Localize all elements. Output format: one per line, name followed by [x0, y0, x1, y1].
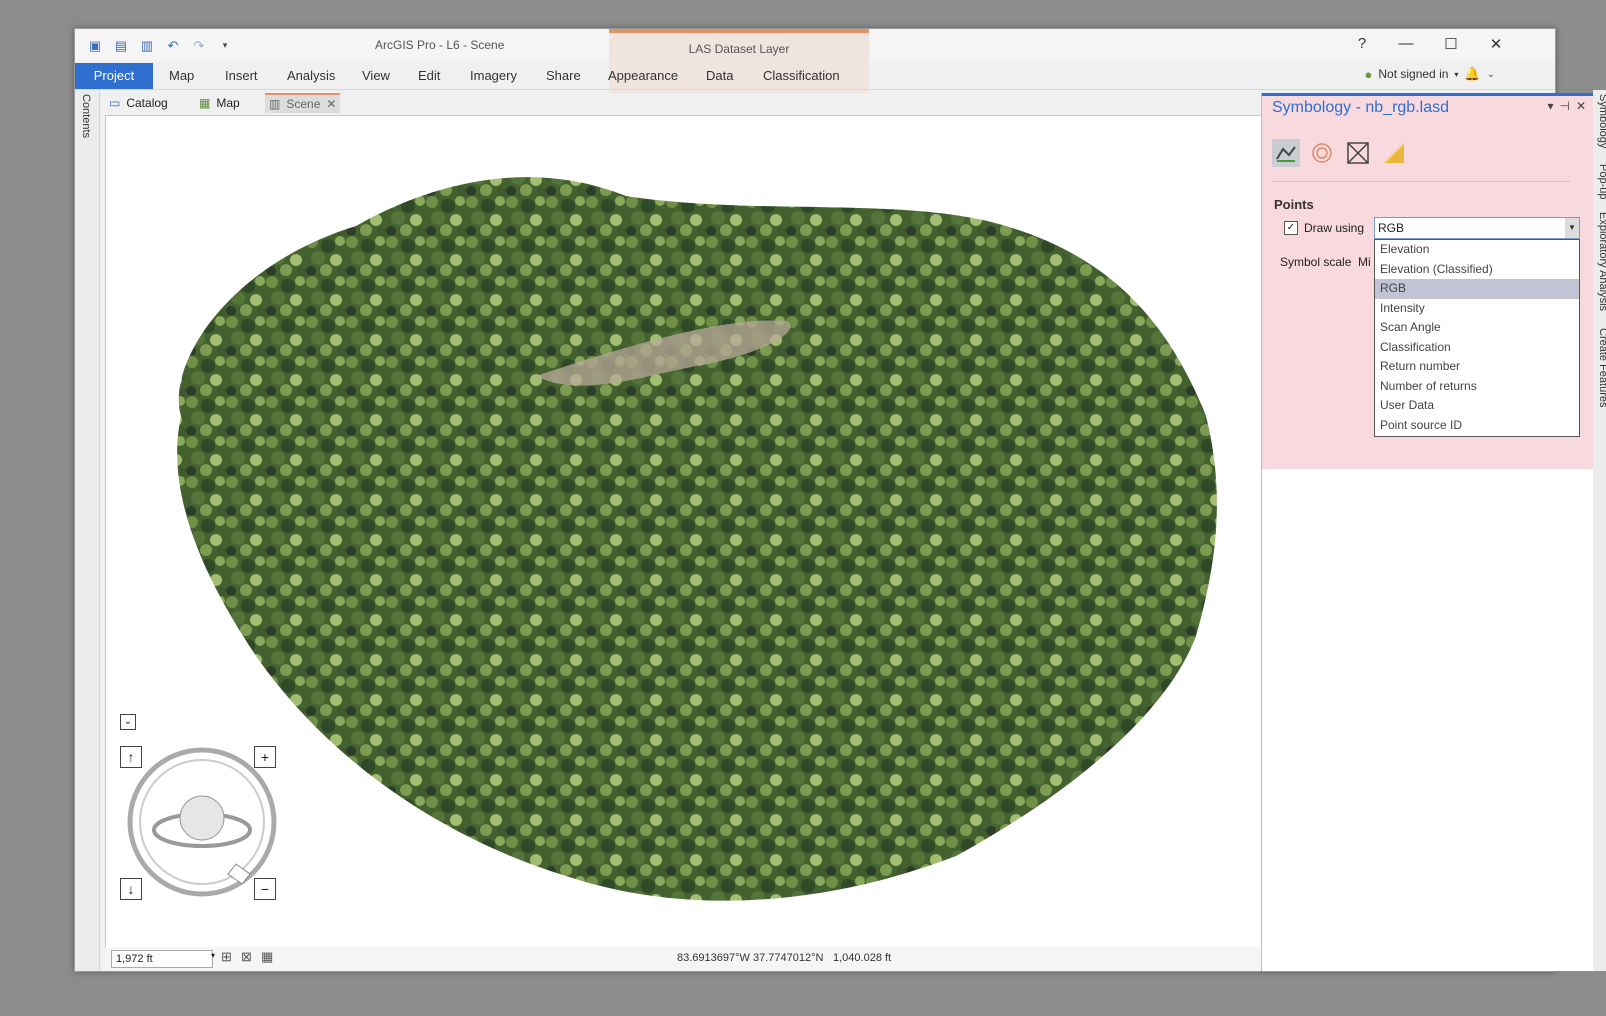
- dropdown-option-classification[interactable]: Classification: [1375, 338, 1579, 358]
- notification-bell-icon[interactable]: 🔔: [1464, 66, 1480, 82]
- redo-icon[interactable]: ↷: [189, 37, 209, 54]
- navigator-expand-button[interactable]: ⌄: [120, 714, 136, 730]
- cursor-elevation: 1,040.028 ft: [833, 952, 892, 964]
- draw-using-label: Draw using: [1304, 221, 1365, 235]
- help-button[interactable]: ?: [1347, 35, 1377, 52]
- draw-using-select[interactable]: RGB ▼: [1374, 217, 1580, 239]
- close-tab-icon[interactable]: ✕: [326, 94, 336, 114]
- doc-tab-catalog[interactable]: ▭ Catalog: [105, 93, 172, 113]
- open-project-icon[interactable]: ▤: [111, 37, 131, 54]
- ribbon-collapse-icon[interactable]: ⌄: [1487, 69, 1495, 80]
- chevron-down-icon: ▾: [1454, 69, 1459, 79]
- maximize-button[interactable]: ☐: [1436, 35, 1466, 53]
- tab-imagery[interactable]: Imagery: [470, 63, 517, 89]
- pane-controls: ▾ ⊣ ✕: [1547, 99, 1586, 113]
- contours-icon[interactable]: [1308, 139, 1336, 167]
- dropdown-option-return-number[interactable]: Return number: [1375, 357, 1579, 377]
- pane-menu-icon[interactable]: ▾: [1547, 99, 1553, 113]
- tab-project[interactable]: Project: [75, 63, 153, 89]
- doc-tab-label: Map: [216, 96, 240, 110]
- navigator-globe-icon[interactable]: [124, 746, 280, 898]
- tab-view[interactable]: View: [362, 63, 390, 89]
- arcgis-pro-window: ▣ ▤ ▥ ↶ ↷ ▾ ArcGIS Pro - L6 - Scene ? — …: [74, 28, 1606, 972]
- catalog-icon: ▭: [109, 96, 121, 110]
- undo-icon[interactable]: ↶: [163, 37, 183, 54]
- dropdown-option-rgb[interactable]: RGB: [1375, 279, 1579, 299]
- symbology-type-tabs: [1272, 139, 1408, 167]
- ribbon-divider: [75, 89, 1555, 90]
- scale-input[interactable]: 1,972 ft: [111, 950, 213, 968]
- chevron-down-icon[interactable]: ▼: [1565, 218, 1579, 238]
- draw-using-row: ✓ Draw using: [1284, 221, 1364, 235]
- customize-toolbar-icon[interactable]: ▾: [215, 37, 235, 54]
- scene-icon: ▥: [269, 97, 281, 111]
- pane-separator: [1272, 181, 1570, 182]
- user-icon: ●: [1364, 66, 1373, 82]
- pin-icon[interactable]: ⊣: [1559, 99, 1569, 113]
- right-pane-strip: Symbology Pop-up Exploratory Analysis Cr…: [1593, 90, 1606, 971]
- tab-map[interactable]: Map: [169, 63, 194, 89]
- dropdown-option-elevation[interactable]: Elevation: [1375, 240, 1579, 260]
- cursor-coordinates: 83.6913697°W 37.7747012°N: [677, 952, 824, 964]
- dropdown-option-elevation-classified[interactable]: Elevation (Classified): [1375, 260, 1579, 280]
- dropdown-option-number-of-returns[interactable]: Number of returns: [1375, 377, 1579, 397]
- pane-title: Symbology - nb_rgb.lasd: [1272, 99, 1449, 116]
- symbol-scale-value[interactable]: Mi: [1358, 255, 1374, 269]
- close-window-button[interactable]: ✕: [1481, 35, 1511, 53]
- forest-point-cloud: [177, 177, 1217, 901]
- symbology-pane: Symbology - nb_rgb.lasd ▾ ⊣ ✕ Points ✓ D…: [1261, 93, 1594, 971]
- scene-view[interactable]: ⌄ ↑ + ↓ −: [105, 115, 1264, 949]
- side-tab-exploratory-analysis[interactable]: Exploratory Analysis: [1597, 212, 1606, 311]
- sign-in-label: Not signed in: [1378, 67, 1449, 81]
- side-tab-symbology[interactable]: Symbology: [1597, 94, 1606, 148]
- surface-icon[interactable]: [1380, 139, 1408, 167]
- sign-in-status[interactable]: ● Not signed in ▾ 🔔 ⌄: [1365, 66, 1496, 82]
- contextual-group-title: LAS Dataset Layer: [688, 42, 790, 56]
- minimize-button[interactable]: —: [1391, 35, 1421, 52]
- quick-access-toolbar: ▣ ▤ ▥ ↶ ↷ ▾: [85, 37, 235, 54]
- tab-edit[interactable]: Edit: [418, 63, 440, 89]
- ribbon-tabs: Project Map Insert Analysis View Edit Im…: [75, 63, 1555, 89]
- dropdown-option-scan-angle[interactable]: Scan Angle: [1375, 318, 1579, 338]
- tab-analysis[interactable]: Analysis: [287, 63, 335, 89]
- draw-using-checkbox[interactable]: ✓: [1284, 221, 1298, 235]
- save-project-icon[interactable]: ▥: [137, 37, 157, 54]
- grid-icon[interactable]: ⊠: [241, 949, 252, 965]
- doc-tab-map[interactable]: ▦ Map: [195, 93, 244, 113]
- side-tab-popup[interactable]: Pop-up: [1597, 164, 1606, 199]
- tab-insert[interactable]: Insert: [225, 63, 258, 89]
- contents-tab[interactable]: Contents: [80, 94, 92, 138]
- point-symbology-icon[interactable]: [1272, 139, 1300, 167]
- dropdown-option-intensity[interactable]: Intensity: [1375, 299, 1579, 319]
- window-title: ArcGIS Pro - L6 - Scene: [375, 38, 505, 52]
- table-icon[interactable]: ▦: [261, 949, 273, 965]
- tab-share[interactable]: Share: [546, 63, 581, 89]
- dropdown-option-point-source-id[interactable]: Point source ID: [1375, 416, 1579, 436]
- draw-using-value: RGB: [1378, 221, 1405, 235]
- side-tab-create-features[interactable]: Create Features: [1597, 328, 1606, 407]
- doc-tab-label: Scene: [286, 97, 321, 111]
- edges-icon[interactable]: [1344, 139, 1372, 167]
- scale-dropdown-icon[interactable]: ▾: [211, 951, 215, 960]
- snapping-icon[interactable]: ⊞: [221, 949, 232, 965]
- tab-classification[interactable]: Classification: [763, 63, 840, 89]
- dropdown-option-user-data[interactable]: User Data: [1375, 396, 1579, 416]
- close-pane-icon[interactable]: ✕: [1576, 99, 1586, 113]
- map-icon: ▦: [199, 96, 211, 110]
- navigator-control: ⌄ ↑ + ↓ −: [116, 714, 286, 900]
- new-project-icon[interactable]: ▣: [85, 37, 105, 54]
- draw-using-dropdown-list: Elevation Elevation (Classified) RGB Int…: [1374, 239, 1580, 437]
- contents-pane-strip: Contents: [75, 90, 100, 971]
- doc-tab-scene[interactable]: ▥ Scene ✕: [265, 93, 341, 114]
- points-section-heading: Points: [1274, 197, 1314, 212]
- status-bar: 1,972 ft ▾ ⊞ ⊠ ▦ 83.6913697°W 37.7747012…: [105, 947, 1262, 971]
- pane-accent-bar: [1262, 93, 1594, 96]
- tab-data[interactable]: Data: [706, 63, 733, 89]
- doc-tab-label: Catalog: [126, 96, 168, 110]
- symbol-scale-label: Symbol scale: [1280, 255, 1352, 269]
- tab-appearance[interactable]: Appearance: [608, 63, 678, 89]
